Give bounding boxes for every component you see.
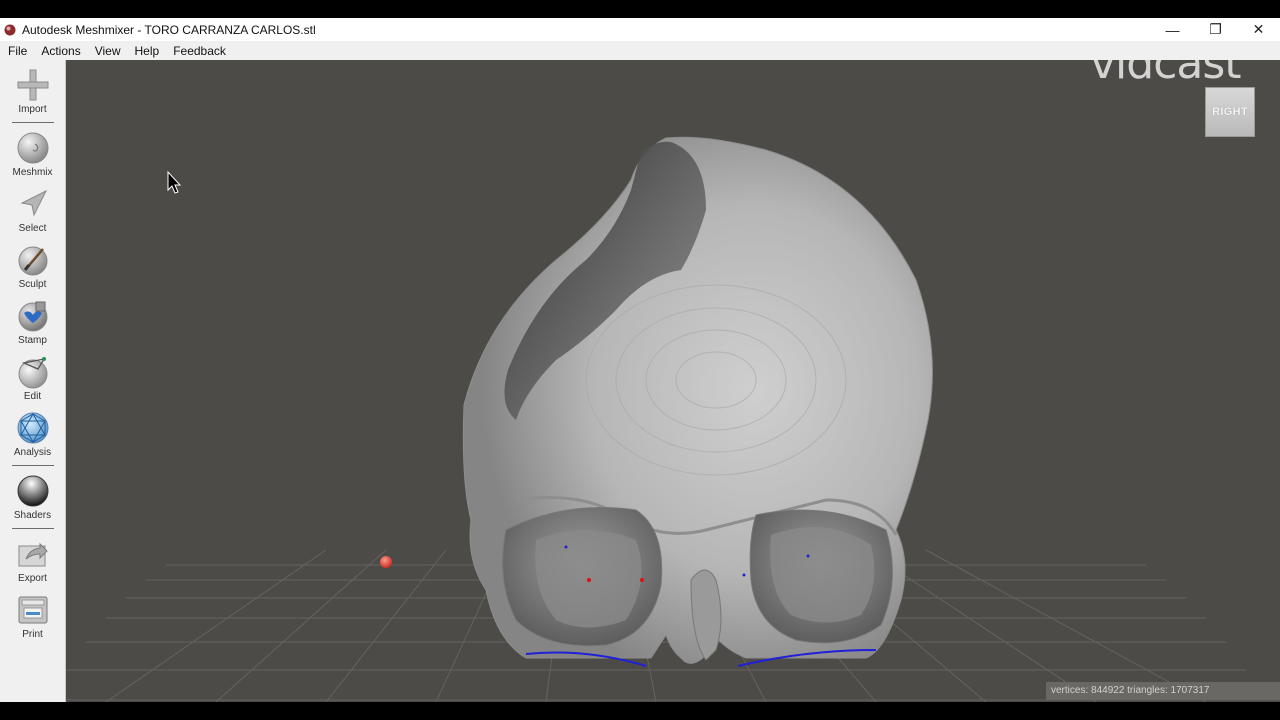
sculpt-label: Sculpt	[18, 279, 47, 290]
edit-label: Edit	[23, 391, 42, 402]
title-bar: Autodesk Meshmixer - TORO CARRANZA CARLO…	[0, 18, 1280, 41]
shaders-label: Shaders	[13, 510, 52, 521]
export-label: Export	[18, 573, 47, 584]
mesh-stats-readout: vertices: 844922 triangles: 1707317	[1046, 682, 1280, 700]
edit-tool[interactable]: Edit	[0, 355, 65, 402]
menu-help[interactable]: Help	[128, 44, 167, 58]
shaders-tool[interactable]: Shaders	[0, 474, 65, 521]
toolbar-separator	[12, 528, 54, 529]
3d-viewport[interactable]: vidcast RIGHT vertices: 844922 triangles…	[66, 60, 1280, 702]
letterbox-bottom	[0, 702, 1280, 720]
view-cube[interactable]: RIGHT	[1205, 87, 1255, 137]
toolbar-separator	[12, 122, 54, 123]
print-label: Print	[22, 629, 43, 640]
restore-button[interactable]: ❐	[1194, 18, 1237, 41]
analysis-label: Analysis	[13, 447, 52, 458]
minimize-button[interactable]: —	[1151, 18, 1194, 41]
close-button[interactable]: ✕	[1237, 18, 1280, 41]
letterbox-top	[0, 0, 1280, 18]
printer-icon	[18, 596, 47, 624]
meshmix-label: Meshmix	[12, 167, 53, 178]
window-title: Autodesk Meshmixer - TORO CARRANZA CARLO…	[22, 22, 316, 37]
menu-actions[interactable]: Actions	[34, 44, 87, 58]
select-tool[interactable]: Select	[0, 187, 65, 234]
analysis-sphere-icon	[17, 412, 48, 444]
scene	[66, 136, 1280, 702]
pivot-point-marker	[380, 556, 392, 568]
skull-mesh	[462, 136, 933, 667]
toolbar-separator	[12, 465, 54, 466]
select-arrow-icon	[19, 189, 47, 217]
meshmix-tool[interactable]: Meshmix	[0, 131, 65, 178]
import-label: Import	[18, 104, 47, 115]
stamp-label: Stamp	[18, 335, 47, 346]
menu-feedback[interactable]: Feedback	[166, 44, 233, 58]
edit-sphere-icon	[18, 357, 47, 389]
select-label: Select	[18, 223, 47, 234]
stamp-tool[interactable]: Stamp	[0, 299, 65, 346]
vidcast-watermark: vidcast	[1090, 60, 1242, 89]
shaders-sphere-icon	[17, 475, 48, 507]
meshmix-sphere-icon	[17, 132, 48, 164]
meshmixer-app-icon	[4, 24, 16, 35]
menu-file[interactable]: File	[0, 44, 34, 58]
export-tool[interactable]: Export	[0, 537, 65, 584]
sculpt-tool[interactable]: Sculpt	[0, 243, 65, 290]
left-toolbar: Import Meshmix Select Sculpt Stamp Edit …	[0, 60, 66, 702]
analysis-tool[interactable]: Analysis	[0, 411, 65, 458]
print-tool[interactable]: Print	[0, 593, 65, 640]
sculpt-brush-icon	[18, 246, 47, 276]
menu-bar: File Actions View Help Feedback	[0, 41, 1280, 60]
import-tool[interactable]: Import	[0, 68, 65, 115]
stamp-icon	[18, 301, 47, 332]
export-icon	[18, 542, 48, 567]
menu-view[interactable]: View	[88, 44, 128, 58]
plus-icon	[17, 69, 48, 101]
mouse-cursor	[167, 170, 182, 194]
